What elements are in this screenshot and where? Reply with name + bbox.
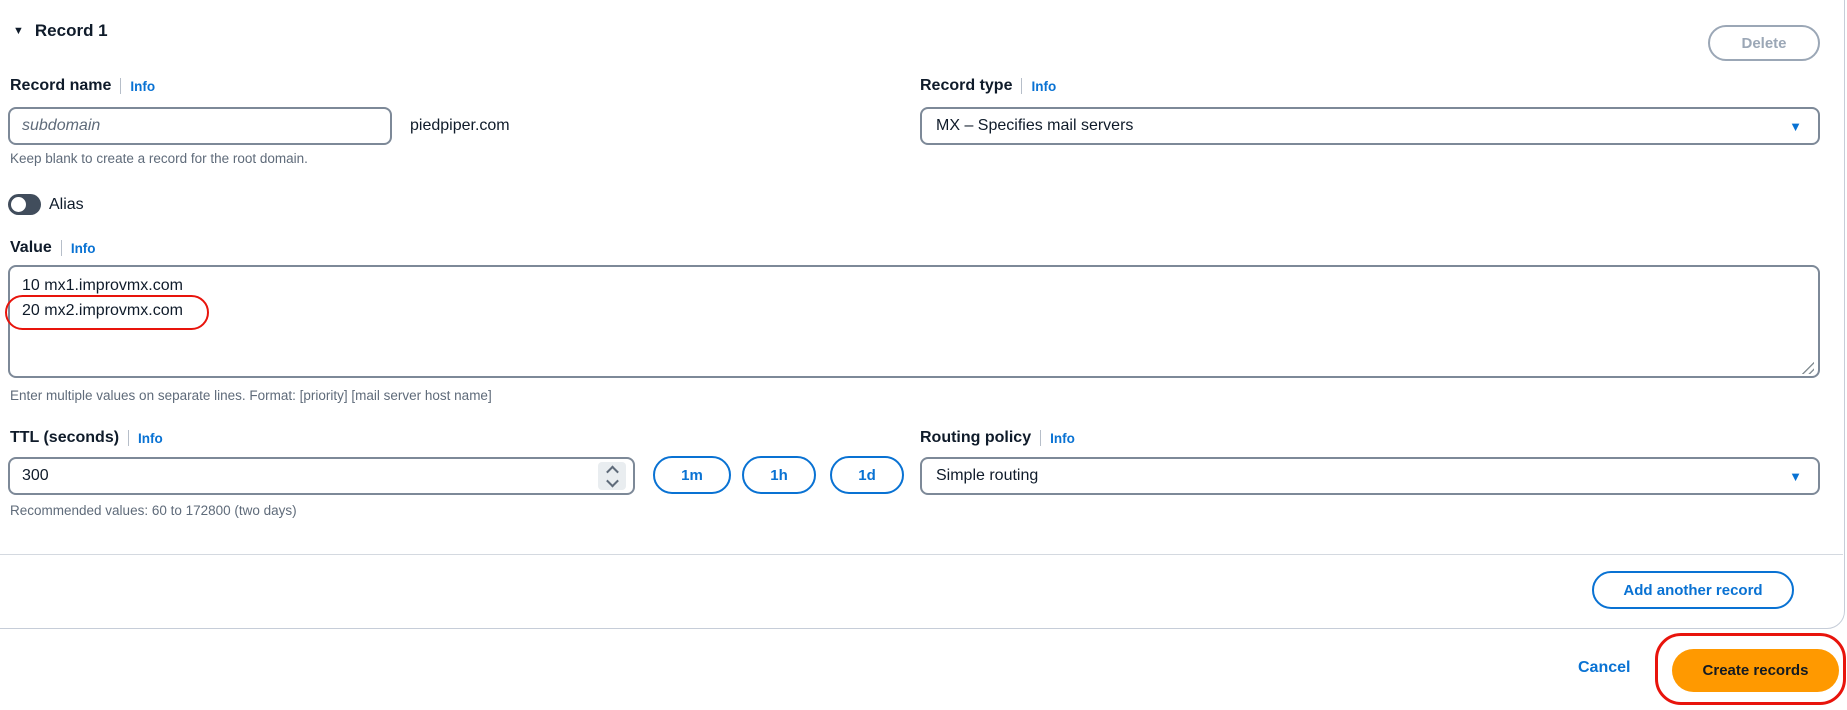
label-separator xyxy=(1040,430,1041,446)
quick-create-record-form: ▼ Record 1 Delete Record name Info piedp… xyxy=(0,0,1847,710)
delete-record-button[interactable]: Delete xyxy=(1708,25,1820,61)
value-label: Value xyxy=(10,239,52,257)
routing-policy-label-row: Routing policy Info xyxy=(920,428,1075,448)
record-name-helper: Keep blank to create a record for the ro… xyxy=(10,151,308,166)
chevron-down-icon: ▼ xyxy=(1789,120,1802,133)
stepper-down-icon[interactable] xyxy=(606,474,619,487)
record-name-label-row: Record name Info xyxy=(10,76,155,96)
record-name-label: Record name xyxy=(10,77,111,95)
chevron-down-icon: ▼ xyxy=(1789,470,1802,483)
ttl-helper: Recommended values: 60 to 172800 (two da… xyxy=(10,503,297,518)
routing-policy-info-link[interactable]: Info xyxy=(1050,431,1075,446)
card-divider xyxy=(0,554,1843,555)
alias-label: Alias xyxy=(49,196,84,214)
record-type-info-link[interactable]: Info xyxy=(1031,79,1056,94)
ttl-info-link[interactable]: Info xyxy=(138,431,163,446)
root-domain-suffix: piedpiper.com xyxy=(410,117,510,135)
ttl-label: TTL (seconds) xyxy=(10,429,119,447)
ttl-label-row: TTL (seconds) Info xyxy=(10,428,163,448)
routing-policy-selected-value: Simple routing xyxy=(936,467,1038,485)
value-info-link[interactable]: Info xyxy=(71,241,96,256)
toggle-knob xyxy=(11,197,26,212)
record-type-selected-value: MX – Specifies mail servers xyxy=(936,117,1133,135)
create-records-button[interactable]: Create records xyxy=(1672,649,1839,692)
routing-policy-select[interactable]: Simple routing ▼ xyxy=(920,457,1820,495)
label-separator xyxy=(120,78,121,94)
record-type-label-row: Record type Info xyxy=(920,76,1056,96)
label-separator xyxy=(1021,78,1022,94)
label-separator xyxy=(61,240,62,256)
value-helper: Enter multiple values on separate lines.… xyxy=(10,388,492,403)
alias-toggle[interactable] xyxy=(8,194,41,215)
record-type-label: Record type xyxy=(920,77,1012,95)
value-label-row: Value Info xyxy=(10,238,96,258)
label-separator xyxy=(128,430,129,446)
routing-policy-label: Routing policy xyxy=(920,429,1031,447)
value-textarea[interactable]: 10 mx1.improvmx.com 20 mx2.improvmx.com xyxy=(8,265,1820,378)
ttl-preset-1h-button[interactable]: 1h xyxy=(742,456,816,494)
ttl-preset-1m-button[interactable]: 1m xyxy=(653,456,731,494)
record-section-header[interactable]: ▼ Record 1 xyxy=(13,21,108,41)
add-another-record-button[interactable]: Add another record xyxy=(1592,571,1794,609)
ttl-input[interactable] xyxy=(8,457,635,495)
collapse-arrow-icon[interactable]: ▼ xyxy=(13,25,24,37)
ttl-stepper[interactable] xyxy=(598,462,626,490)
cancel-link[interactable]: Cancel xyxy=(1578,659,1630,677)
record-name-info-link[interactable]: Info xyxy=(130,79,155,94)
ttl-preset-1d-button[interactable]: 1d xyxy=(830,456,904,494)
record-name-input[interactable] xyxy=(8,107,392,145)
record-type-select[interactable]: MX – Specifies mail servers ▼ xyxy=(920,107,1820,145)
record-title: Record 1 xyxy=(35,21,108,41)
